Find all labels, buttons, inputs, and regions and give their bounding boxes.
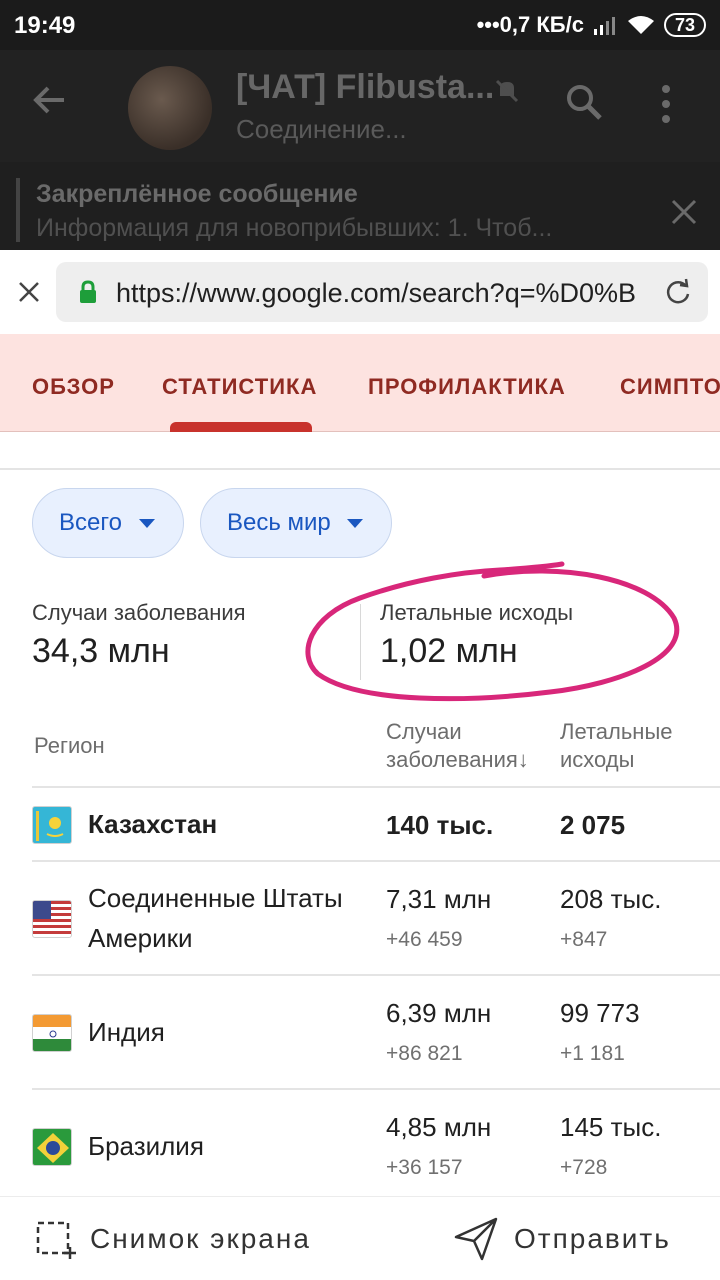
chat-header: [ЧАТ] Flibusta... Соединение... xyxy=(0,50,720,162)
topic-tabs: ОБЗОР СТАТИСТИКА ПРОФИЛАКТИКА СИМПТОМЫ xyxy=(0,334,720,432)
status-time: 19:49 xyxy=(14,12,76,39)
flag-us-icon xyxy=(32,900,72,938)
country-cases: 7,31 млн xyxy=(386,884,492,914)
lock-icon xyxy=(80,280,96,303)
search-icon[interactable] xyxy=(564,82,604,122)
scope-filter-label: Всего xyxy=(59,509,122,536)
country-deaths: 99 773 xyxy=(560,998,640,1028)
row-divider xyxy=(32,974,720,976)
country-name[interactable]: Бразилия xyxy=(88,1126,204,1166)
region-filter-label: Весь мир xyxy=(227,509,331,536)
tab-statistics[interactable]: СТАТИСТИКА xyxy=(162,374,317,400)
status-bar: 19:49 •••0,7 КБ/с 73 xyxy=(0,0,720,50)
pinned-text: Информация для новоприбывших: 1. Чтоб... xyxy=(36,214,553,242)
hand-drawn-circle-annotation xyxy=(305,561,680,702)
url-text[interactable]: https://www.google.com/search?q=%D0%B xyxy=(116,278,646,309)
signal-icon xyxy=(593,17,615,35)
divider xyxy=(0,468,720,470)
row-divider xyxy=(32,1088,720,1090)
country-name[interactable]: Соединенные Штаты Америки xyxy=(88,878,378,958)
screenshot-action-bar: Снимок экрана Отправить xyxy=(0,1196,720,1280)
country-deaths: 145 тыс. xyxy=(560,1112,662,1142)
country-cases: 140 тыс. xyxy=(386,810,494,840)
deaths-delta: +847 xyxy=(560,928,608,951)
tab-symptoms[interactable]: СИМПТОМЫ xyxy=(620,374,720,400)
country-deaths: 2 075 xyxy=(560,810,626,840)
dropdown-arrow-icon xyxy=(347,519,363,528)
cases-delta: +86 821 xyxy=(386,1042,463,1065)
send-icon[interactable] xyxy=(454,1217,498,1261)
row-divider xyxy=(32,860,720,862)
pinned-title: Закреплённое сообщение xyxy=(36,180,358,208)
flag-kz-icon xyxy=(32,806,72,844)
deaths-delta: +728 xyxy=(560,1156,608,1179)
chat-avatar[interactable] xyxy=(128,66,212,150)
reload-icon[interactable] xyxy=(664,278,692,306)
deaths-delta: +1 181 xyxy=(560,1042,625,1065)
country-name[interactable]: Казахстан xyxy=(88,804,217,844)
mute-icon xyxy=(495,79,519,103)
country-name[interactable]: Индия xyxy=(88,1012,165,1052)
network-speed: •••0,7 КБ/с xyxy=(476,12,584,37)
flag-br-icon xyxy=(32,1128,72,1166)
region-column-header: Регион xyxy=(34,733,105,758)
browser-bar: https://www.google.com/search?q=%D0%B xyxy=(0,250,720,334)
country-cases: 6,39 млн xyxy=(386,998,492,1028)
url-bar[interactable]: https://www.google.com/search?q=%D0%B xyxy=(56,262,708,322)
active-tab-indicator xyxy=(170,422,312,432)
screenshot-button[interactable]: Снимок экрана xyxy=(90,1223,311,1255)
wifi-icon xyxy=(627,16,654,34)
tab-overview[interactable]: ОБЗОР xyxy=(32,374,115,400)
more-vert-icon[interactable] xyxy=(660,84,672,124)
screenshot-icon[interactable] xyxy=(36,1221,76,1259)
country-cases: 4,85 млн xyxy=(386,1112,492,1142)
country-deaths: 208 тыс. xyxy=(560,884,662,914)
chat-title[interactable]: [ЧАТ] Flibusta... xyxy=(236,68,494,107)
close-browser-icon[interactable] xyxy=(18,281,40,303)
cases-column-header[interactable]: Случаи заболевания↓ xyxy=(386,718,556,774)
dropdown-arrow-icon xyxy=(139,519,155,528)
close-icon[interactable] xyxy=(670,198,698,226)
back-arrow-icon[interactable] xyxy=(30,80,70,120)
status-indicators: •••0,7 КБ/с 73 xyxy=(477,12,706,38)
region-filter[interactable]: Весь мир xyxy=(200,488,392,558)
pinned-message[interactable]: Закреплённое сообщение Информация для но… xyxy=(0,162,720,250)
pinned-accent-bar xyxy=(16,178,20,242)
total-cases-value: 34,3 млн xyxy=(32,632,170,670)
chat-status: Соединение... xyxy=(236,114,407,144)
total-cases-label: Случаи заболевания xyxy=(32,600,246,625)
battery-indicator: 73 xyxy=(663,13,706,37)
cases-delta: +46 459 xyxy=(386,928,463,951)
cases-delta: +36 157 xyxy=(386,1156,463,1179)
flag-in-icon xyxy=(32,1014,72,1052)
send-button[interactable]: Отправить xyxy=(514,1223,671,1255)
row-divider xyxy=(32,786,720,788)
deaths-column-header[interactable]: Летальные исходы xyxy=(560,718,710,774)
tab-prevention[interactable]: ПРОФИЛАКТИКА xyxy=(368,374,566,400)
scope-filter[interactable]: Всего xyxy=(32,488,184,558)
